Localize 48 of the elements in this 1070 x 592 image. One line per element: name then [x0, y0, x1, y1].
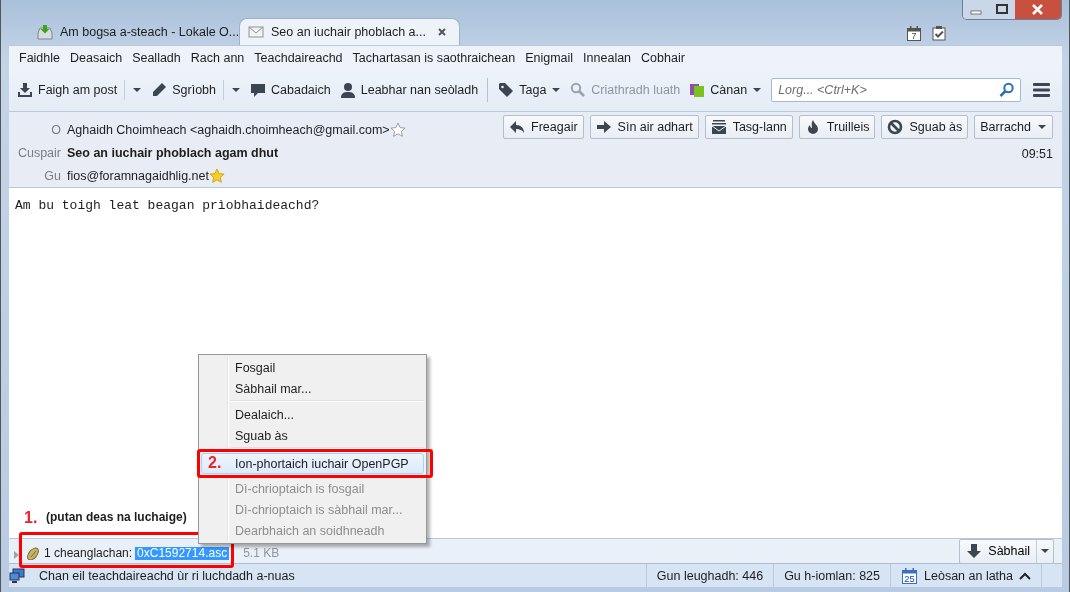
toolbar-button[interactable]: Sgrìobh	[151, 80, 241, 100]
tab[interactable]: Am bogsa a-steach - Lokale O...	[9, 18, 239, 45]
save-button[interactable]: Sàbhail	[959, 538, 1054, 564]
calendar-icon[interactable]: 7	[906, 25, 922, 41]
total-count: Gu h-iomlan: 825	[784, 568, 881, 583]
menu-item[interactable]: Deasaich	[65, 50, 128, 65]
field-label: O	[50, 123, 62, 137]
action-button[interactable]: Barrachd	[974, 115, 1053, 139]
menu-item[interactable]: Tachartasan is saothraichean	[347, 50, 521, 65]
contact-text[interactable]: Aghaidh Choimheach <aghaidh.choimheach@gmail.com>	[67, 123, 390, 137]
today-pane-button[interactable]: 25 Leòsan an latha	[890, 564, 1041, 587]
toolbar-button[interactable]: Cabadaich	[250, 82, 331, 98]
message-text: Am bu toigh leat beagan prìobhaideachd?	[15, 198, 320, 213]
action-button[interactable]: Truilleis	[798, 115, 876, 139]
calendar-icon: 25	[901, 567, 919, 584]
toolbar-button[interactable]: Faigh am post	[17, 80, 143, 100]
toolbar-button[interactable]: Taga	[487, 78, 562, 102]
toolbar-button[interactable]: Leabhar nan seòladh	[339, 82, 479, 98]
time-text: 09:51	[1021, 147, 1053, 161]
toolbar-button[interactable]: Cànan	[689, 82, 763, 98]
unread-count: Gun leughadh: 446	[656, 568, 764, 583]
action-button[interactable]: Sìn air adhart	[589, 115, 699, 139]
annotation-text: (putan deas na luchaige)	[46, 510, 187, 524]
action-button[interactable]: Sguab às	[881, 115, 969, 139]
menu-item[interactable]: Sealladh	[127, 50, 186, 65]
tab[interactable]: Seo an iuchair phoblach a...	[239, 18, 460, 45]
file-size: 5.1 KB	[243, 547, 280, 560]
action-button[interactable]: Freagair	[503, 115, 584, 139]
menu-item[interactable]: Rach ann	[185, 50, 250, 65]
attachment-count: 1 cheanglachan:	[44, 547, 133, 560]
step-number: 1.	[24, 509, 38, 527]
subject-text: Seo an iuchair phoblach agam dhut	[67, 146, 279, 160]
menu-item[interactable]: Sguab às	[201, 425, 424, 446]
contact-text[interactable]: fios@foramnagaidhlig.net	[67, 169, 209, 183]
menu-item[interactable]: Cobhair	[636, 50, 690, 65]
menu-item[interactable]: Sàbhail mar...	[201, 378, 424, 399]
status-text: Chan eil teachdaireachd ùr ri luchdadh a-nuas	[38, 568, 296, 583]
field-label: Gu	[43, 169, 62, 183]
menu-item[interactable]: Fosgail	[201, 357, 424, 378]
action-button[interactable]: Tasg-lann	[704, 115, 793, 139]
menu-item[interactable]: Dealaich...	[201, 404, 424, 425]
menu-item[interactable]: Teachdaireachd	[249, 50, 348, 65]
menu-item[interactable]: Innealan	[578, 50, 637, 65]
field-label: Cuspair	[16, 146, 62, 160]
step-number: 2.	[208, 454, 222, 472]
search-field[interactable]: Lorg... <Ctrl+K>	[771, 78, 1022, 102]
menu-item[interactable]: Faidhle	[14, 50, 65, 65]
menu-item[interactable]: Enigmail	[520, 50, 579, 65]
